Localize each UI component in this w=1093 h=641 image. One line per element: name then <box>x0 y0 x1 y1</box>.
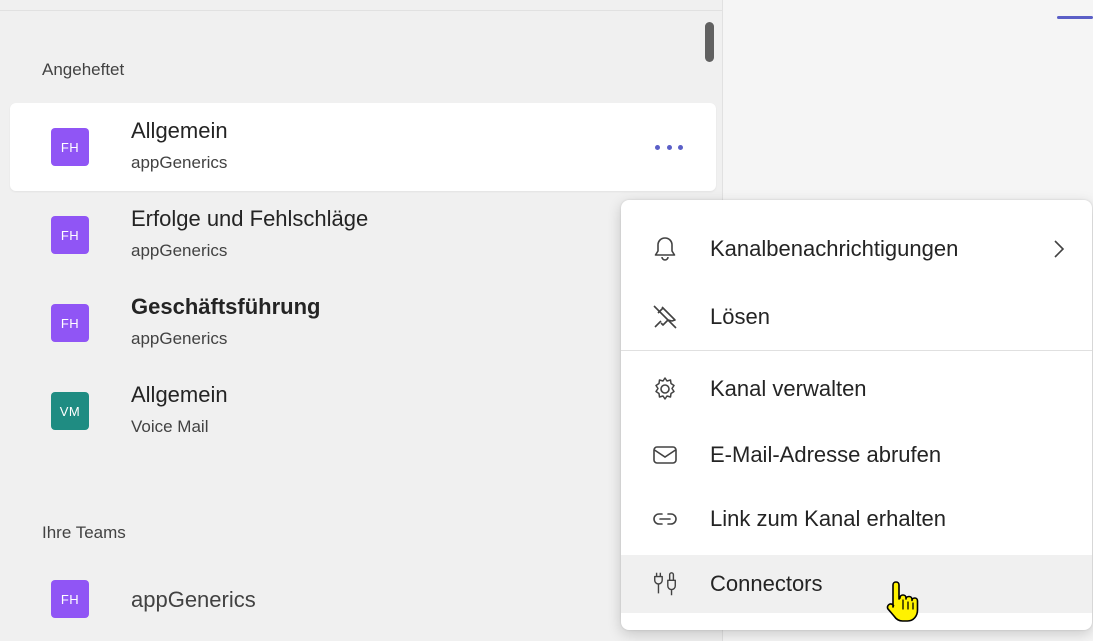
gear-icon <box>651 375 679 403</box>
menu-item-manage-channel[interactable]: Kanal verwalten <box>621 360 1092 418</box>
more-options-button[interactable] <box>655 141 683 153</box>
team-avatar: FH <box>51 216 89 254</box>
menu-item-unpin[interactable]: Lösen <box>621 288 1092 346</box>
sidebar-scrollbar[interactable] <box>705 22 714 62</box>
channel-name: Erfolge und Fehlschläge <box>131 206 369 231</box>
menu-item-label: E-Mail-Adresse abrufen <box>710 442 942 467</box>
active-tab-indicator <box>1057 16 1093 19</box>
pinned-section-label: Angeheftet <box>42 60 125 79</box>
menu-item-get-email[interactable]: E-Mail-Adresse abrufen <box>621 426 1092 484</box>
channel-name: Allgemein <box>131 382 228 407</box>
link-icon <box>651 505 679 533</box>
channel-item[interactable]: VM Allgemein Voice Mail <box>10 367 716 455</box>
channel-name: Geschäftsführung <box>131 294 321 319</box>
bell-icon <box>651 235 679 263</box>
channel-context-menu: Kanalbenachrichtigungen Lösen Kanal verw… <box>621 200 1092 630</box>
team-item[interactable]: FH appGenerics <box>10 560 716 640</box>
team-name: appGenerics <box>131 241 228 260</box>
channel-item[interactable]: FH Allgemein appGenerics <box>10 103 716 191</box>
channel-name: Allgemein <box>131 118 228 143</box>
teams-section-label: Ihre Teams <box>42 523 126 542</box>
menu-item-get-link[interactable]: Link zum Kanal erhalten <box>621 490 1092 548</box>
menu-separator <box>621 350 1092 351</box>
menu-item-label: Lösen <box>710 304 770 329</box>
more-dot <box>678 144 683 150</box>
more-horizontal-icon <box>655 144 660 150</box>
sidebar-top-edge <box>0 0 722 11</box>
team-avatar: FH <box>51 580 89 618</box>
menu-item-label: Kanal verwalten <box>710 376 867 401</box>
mail-icon <box>651 441 679 469</box>
team-name: Voice Mail <box>131 417 209 436</box>
team-name: appGenerics <box>131 587 256 612</box>
team-avatar: FH <box>51 128 89 166</box>
chevron-right-icon <box>1051 237 1067 261</box>
team-avatar: VM <box>51 392 89 430</box>
team-name: appGenerics <box>131 329 228 348</box>
channel-item[interactable]: FH Erfolge und Fehlschläge appGenerics <box>10 191 716 279</box>
menu-item-label: Connectors <box>710 571 823 596</box>
team-name: appGenerics <box>131 153 228 172</box>
team-avatar: FH <box>51 304 89 342</box>
menu-item-label: Kanalbenachrichtigungen <box>710 236 959 261</box>
menu-item-label: Link zum Kanal erhalten <box>710 506 947 531</box>
connector-icon <box>651 570 679 598</box>
unpin-icon <box>651 303 679 331</box>
menu-item-notifications[interactable]: Kanalbenachrichtigungen <box>621 220 1092 278</box>
more-dot <box>666 144 672 150</box>
channel-item[interactable]: FH Geschäftsführung appGenerics <box>10 279 716 367</box>
hand-cursor-icon <box>883 578 923 626</box>
menu-item-connectors[interactable]: Connectors <box>621 555 1092 613</box>
